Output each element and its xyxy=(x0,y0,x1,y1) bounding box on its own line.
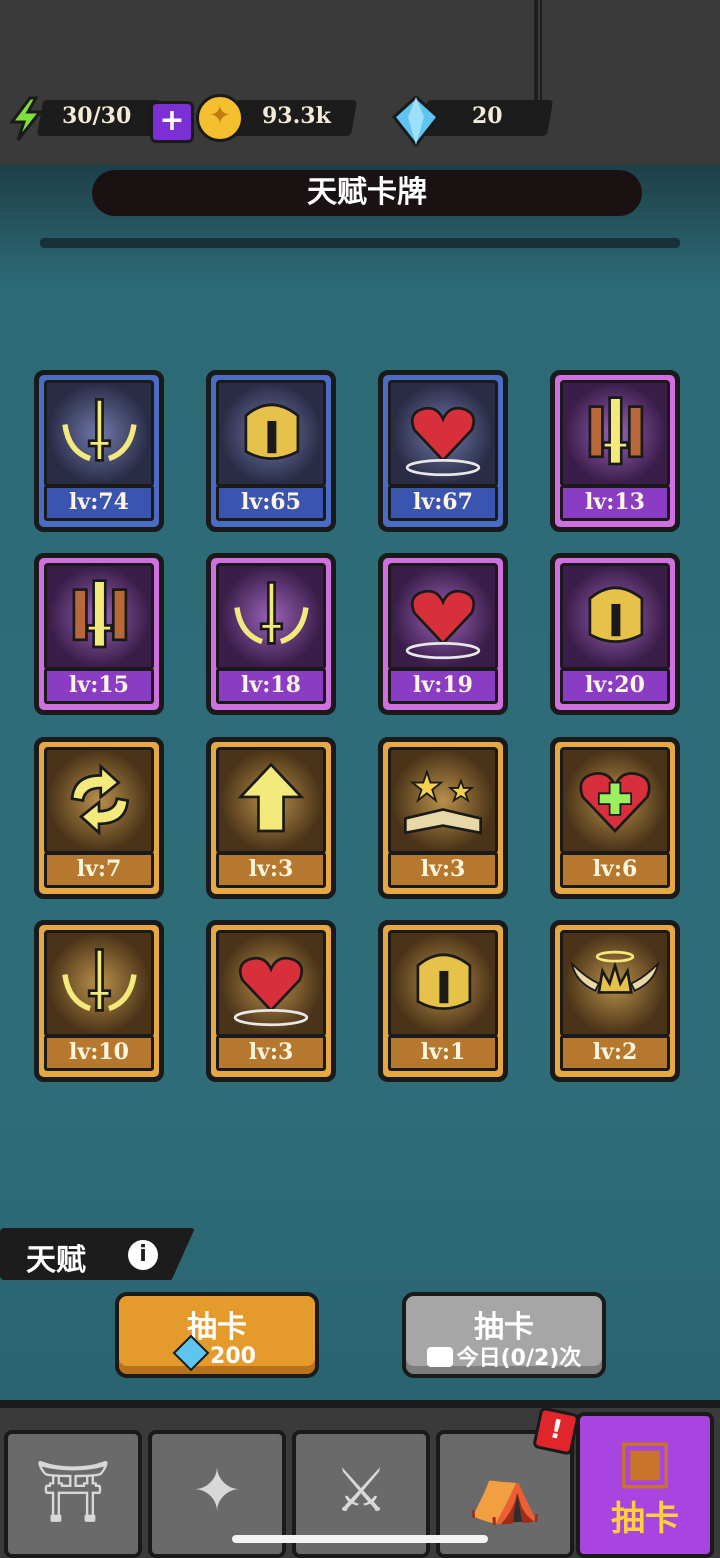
talent-card[interactable]: lv:67 xyxy=(378,370,508,532)
card-level: lv:65 xyxy=(216,485,326,521)
sword-wreath-icon xyxy=(62,398,137,462)
gem-value: 20 xyxy=(472,103,503,129)
card-level: lv:3 xyxy=(388,852,498,888)
gem-draw-button[interactable]: 抽卡 200 xyxy=(115,1292,319,1378)
cycle-arrows-icon xyxy=(70,763,130,836)
magic-book-icon xyxy=(404,768,482,835)
card-art xyxy=(216,563,326,670)
talent-card[interactable]: lv:6 xyxy=(550,737,680,899)
card-art xyxy=(216,747,326,854)
ad-draw-counter: 今日(0/2)次 xyxy=(456,1346,582,1371)
talent-card[interactable]: lv:18 xyxy=(206,553,336,715)
signboard-icon: ⛩ xyxy=(34,1457,112,1527)
treasure-chest-icon: ▣ xyxy=(616,1426,674,1496)
crossed-swords-icon: ⚔ xyxy=(334,1456,388,1526)
energy-value: 30/30 xyxy=(62,103,132,129)
card-art xyxy=(44,930,154,1037)
heart-icon xyxy=(405,589,481,660)
talent-card[interactable]: lv:15 xyxy=(34,553,164,715)
healing-heart-icon xyxy=(579,772,651,833)
talent-card[interactable]: lv:13 xyxy=(550,370,680,532)
nav-tab-draw-card[interactable]: ▣ 抽卡 xyxy=(576,1412,714,1558)
coin-icon xyxy=(196,94,244,142)
talent-card[interactable]: lv:10 xyxy=(34,920,164,1082)
card-level: lv:1 xyxy=(388,1035,498,1071)
talent-card[interactable]: lv:74 xyxy=(34,370,164,532)
gem-draw-cost-value: 200 xyxy=(210,1344,256,1369)
coin-value: 93.3k xyxy=(262,103,331,129)
triple-sword-icon xyxy=(588,396,644,466)
triple-sword-icon xyxy=(72,579,128,649)
talent-card[interactable]: lv:3 xyxy=(206,920,336,1082)
card-level: lv:7 xyxy=(44,852,154,888)
nav-tab-shop[interactable]: ⛩ xyxy=(4,1430,142,1558)
winged-crown-icon xyxy=(570,950,660,994)
golden-helmet-icon xyxy=(588,586,644,643)
home-indicator[interactable] xyxy=(232,1535,488,1543)
panel-frame-divider xyxy=(40,238,680,248)
card-level: lv:10 xyxy=(44,1035,154,1071)
golden-helmet-icon xyxy=(244,403,300,460)
card-art xyxy=(560,563,670,670)
card-art xyxy=(388,563,498,670)
card-level: lv:20 xyxy=(560,668,670,704)
card-level: lv:74 xyxy=(44,485,154,521)
talent-card[interactable]: lv:19 xyxy=(378,553,508,715)
card-art xyxy=(44,747,154,854)
card-art xyxy=(44,380,154,487)
card-art xyxy=(560,380,670,487)
card-art xyxy=(388,930,498,1037)
heart-icon xyxy=(405,406,481,477)
card-level: lv:15 xyxy=(44,668,154,704)
info-icon[interactable]: i xyxy=(128,1240,158,1270)
background-crack xyxy=(534,0,538,100)
card-level: lv:13 xyxy=(560,485,670,521)
card-level: lv:3 xyxy=(216,852,326,888)
card-art xyxy=(216,380,326,487)
card-level: lv:67 xyxy=(388,485,498,521)
card-level: lv:2 xyxy=(560,1035,670,1071)
diamond-icon xyxy=(392,95,440,147)
card-art xyxy=(388,380,498,487)
add-energy-button[interactable]: + xyxy=(150,101,194,143)
talent-tab-label: 天赋 xyxy=(26,1243,86,1278)
talent-card[interactable]: lv:3 xyxy=(206,737,336,899)
diamond-icon xyxy=(172,1334,210,1372)
card-art xyxy=(388,747,498,854)
talent-card[interactable]: lv:3 xyxy=(378,737,508,899)
lightning-icon xyxy=(9,96,44,141)
talent-card[interactable]: lv:20 xyxy=(550,553,680,715)
backpack-icon: ⛺ xyxy=(467,1457,543,1527)
notification-badge: ! xyxy=(532,1406,580,1456)
top-status-area xyxy=(0,0,720,165)
ad-draw-sub: 今日(0/2)次 xyxy=(406,1340,602,1372)
card-level: lv:18 xyxy=(216,668,326,704)
up-arrow-icon xyxy=(237,762,305,833)
nav-tab-draw-card-label: 抽卡 xyxy=(611,1499,679,1539)
talent-card[interactable]: lv:2 xyxy=(550,920,680,1082)
card-level: lv:6 xyxy=(560,852,670,888)
card-art xyxy=(44,563,154,670)
card-level: lv:3 xyxy=(216,1035,326,1071)
talent-card[interactable]: lv:65 xyxy=(206,370,336,532)
sword-wreath-icon xyxy=(62,948,137,1012)
video-icon xyxy=(426,1347,453,1367)
talent-card[interactable]: lv:7 xyxy=(34,737,164,899)
talent-card[interactable]: lv:1 xyxy=(378,920,508,1082)
sword-wreath-icon xyxy=(234,581,309,645)
card-level: lv:19 xyxy=(388,668,498,704)
heart-icon xyxy=(233,956,309,1027)
card-art xyxy=(560,747,670,854)
card-art xyxy=(560,930,670,1037)
spellbook-icon: ✦ xyxy=(191,1456,243,1526)
card-art xyxy=(216,930,326,1037)
ad-draw-button[interactable]: 抽卡 今日(0/2)次 xyxy=(402,1292,606,1378)
page-title: 天赋卡牌 xyxy=(92,170,642,216)
background-crack xyxy=(540,0,542,100)
golden-helmet-icon xyxy=(416,953,472,1010)
gem-draw-cost: 200 xyxy=(119,1334,315,1372)
